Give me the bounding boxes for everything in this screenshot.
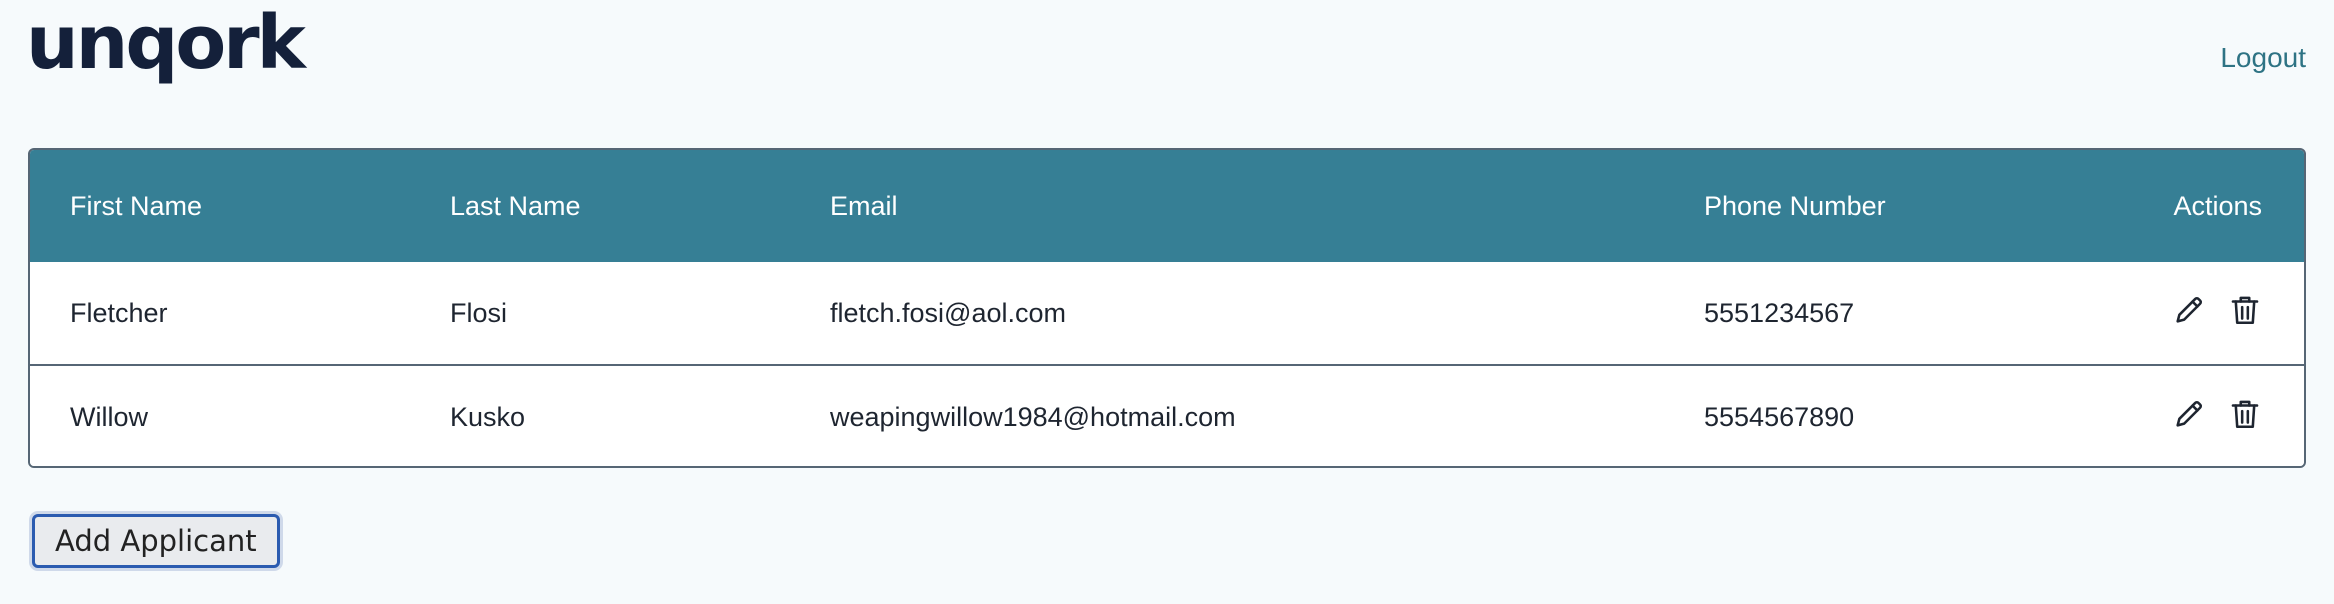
add-applicant-button[interactable]: Add Applicant [32, 514, 280, 568]
cell-email: weapingwillow1984@hotmail.com [830, 364, 1704, 466]
trash-icon[interactable] [2228, 397, 2262, 431]
pencil-icon[interactable] [2172, 397, 2206, 431]
logo: unqork [26, 0, 306, 86]
column-header-first-name: First Name [70, 190, 203, 221]
cell-last-name: Flosi [450, 297, 508, 328]
trash-icon[interactable] [2228, 293, 2262, 327]
table-row: Willow Kusko weapingwillow1984@hotmail.c… [30, 364, 2304, 466]
app-header: unqork Logout [0, 0, 2334, 140]
pencil-icon[interactable] [2172, 293, 2206, 327]
column-header-actions: Actions [2173, 190, 2262, 221]
cell-email: fletch.fosi@aol.com [830, 297, 1066, 328]
table-row: Fletcher Flosi fletch.fosi@aol.com 55512… [30, 262, 2304, 365]
table-header-row: First Name Last Name Email Phone Number … [30, 150, 2304, 262]
cell-phone: 5554567890 [1704, 364, 2034, 466]
cell-phone: 5551234567 [1704, 297, 1855, 328]
cell-last-name: Kusko [450, 364, 830, 466]
cell-actions [2034, 262, 2304, 365]
applicants-table: First Name Last Name Email Phone Number … [28, 148, 2306, 468]
column-header-phone: Phone Number [1704, 190, 1886, 221]
cell-first-name: Fletcher [70, 297, 168, 328]
cell-actions [2034, 364, 2304, 466]
logout-link[interactable]: Logout [2220, 42, 2306, 74]
column-header-last-name: Last Name [450, 190, 581, 221]
cell-first-name: Willow [30, 364, 450, 466]
column-header-email: Email [830, 190, 898, 221]
